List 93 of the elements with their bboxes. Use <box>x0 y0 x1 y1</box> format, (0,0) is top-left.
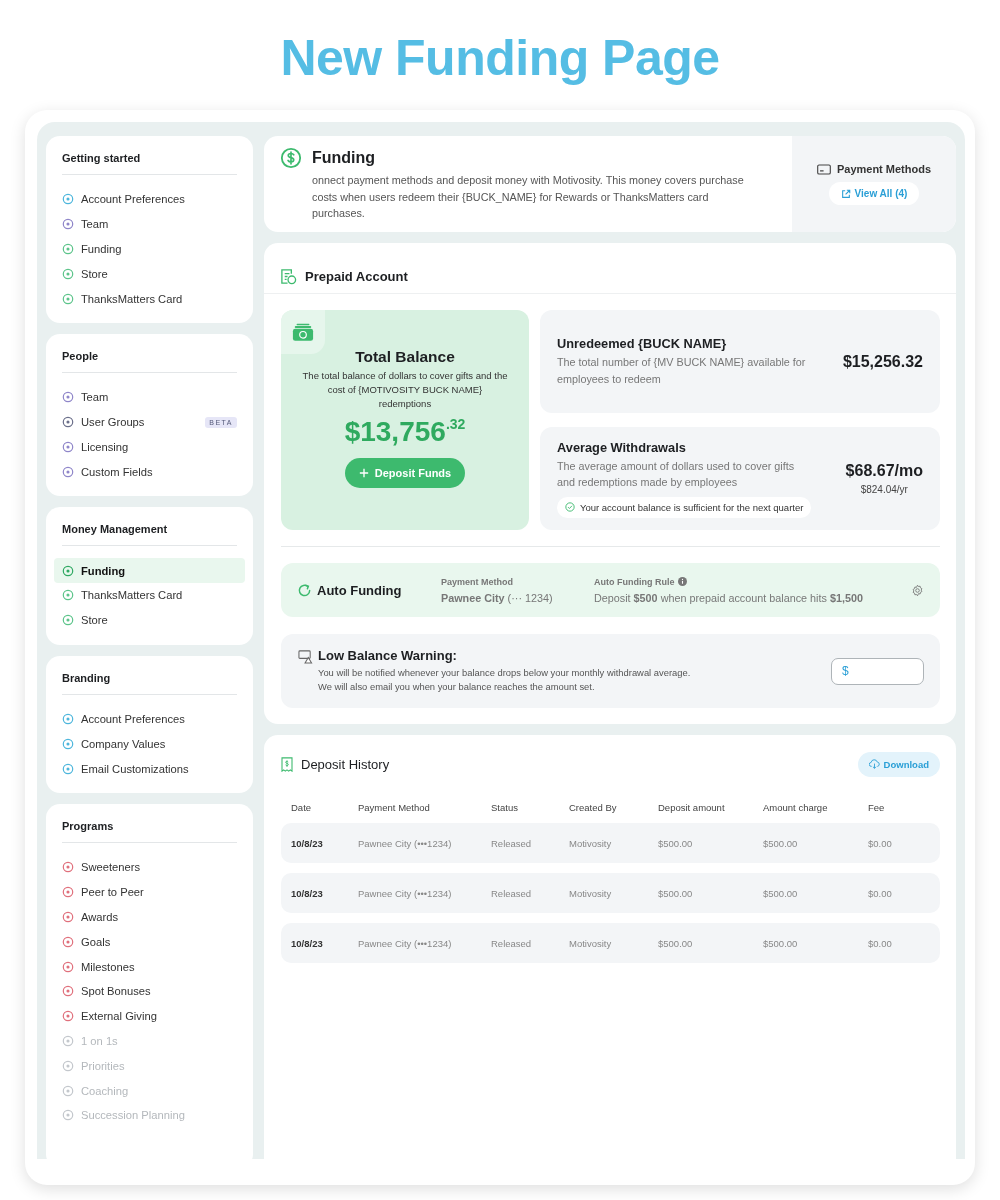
plus-icon <box>358 468 369 478</box>
sidebar-item[interactable]: Company Values <box>54 731 245 757</box>
cash-icon <box>292 322 314 342</box>
column-header: Created By <box>569 801 618 813</box>
table-cell-text: $500.00 <box>658 937 694 949</box>
sidebar-item[interactable]: Licensing <box>54 434 245 460</box>
sidebar-item[interactable]: ThanksMatters Card <box>54 582 245 608</box>
total-balance-title: Total Balance <box>355 348 455 366</box>
sidebar-item[interactable]: Account Preferences <box>54 706 245 732</box>
stat-title: Average Withdrawals <box>557 439 687 455</box>
low-balance-description: You will be notified whenever your balance drops below your monthly withdrawal average. <box>318 666 692 680</box>
column-header: Status <box>491 801 519 813</box>
sidebar-section-title: Money Management <box>62 523 169 538</box>
sidebar-item[interactable]: Store <box>54 261 245 287</box>
settings-icon[interactable] <box>911 583 924 597</box>
table-cell-text: Motivosity <box>569 887 613 899</box>
note-text: Your account balance is sufficient for the next quarter <box>580 501 804 513</box>
table-cell-text: Pawnee City (•••1234) <box>358 837 453 849</box>
sidebar-item[interactable]: Peer to Peer <box>54 879 245 905</box>
sidebar-section-title: Programs <box>62 819 115 834</box>
sidebar-item[interactable]: Account Preferences <box>54 187 245 212</box>
table-cell-text: Pawnee City (•••1234) <box>358 887 453 899</box>
dollar-icon <box>280 147 302 169</box>
auto-funding-title: Auto Funding <box>317 582 402 598</box>
table-cell-text: 10/8/23 <box>291 837 324 849</box>
low-balance-description: We will also email you when your balance reaches the amount set. <box>318 680 596 694</box>
download-icon <box>868 759 880 769</box>
table-cell-text: $500.00 <box>763 937 799 949</box>
table-cell-text: Released <box>491 837 533 849</box>
auto-funding-rule-label: Auto Funding Rule <box>594 576 675 587</box>
table-cell-text: $500.00 <box>658 837 694 849</box>
stat-title: Unredeemed {BUCK NAME} <box>557 336 728 351</box>
table-cell-text: Motivosity <box>569 837 613 849</box>
payment-methods-label: Payment Methods <box>836 163 932 175</box>
stat-value: $68.67/mo <box>845 462 923 480</box>
table-cell-text: $500.00 <box>763 837 799 849</box>
table-cell-text: $500.00 <box>763 887 799 899</box>
section-title: Prepaid Account <box>305 268 408 284</box>
info-icon <box>678 577 688 586</box>
sidebar-item[interactable]: Sweeteners <box>54 854 245 880</box>
column-header: Payment Method <box>358 801 431 813</box>
table-cell-text: $0.00 <box>868 937 893 949</box>
column-header: Fee <box>868 801 886 813</box>
column-header: Amount charge <box>763 801 829 813</box>
amount-field[interactable]: $ <box>831 657 924 685</box>
section-title: Deposit History <box>301 756 391 772</box>
low-balance-title: Low Balance Warning: <box>318 648 458 663</box>
sidebar-item[interactable]: Team <box>54 211 245 237</box>
sidebar-item[interactable]: Store <box>54 607 245 633</box>
page-description: onnect payment methods and deposit money with Motivosity. This money covers purchase costs when users redeem their {BUCK_NAME} for Rewards or ThanksMatters card purchases. <box>312 173 745 221</box>
table-cell-text: $0.00 <box>868 837 893 849</box>
check-icon <box>565 502 575 512</box>
sidebar-item[interactable]: External Giving <box>54 1003 245 1029</box>
money-warning-icon <box>298 649 313 664</box>
sidebar-item[interactable]: Spot Bonuses <box>54 978 245 1004</box>
stat-description: The average amount of dollars used to cover gifts and redemptions made by employees <box>557 458 796 490</box>
table-cell-text: $0.00 <box>868 887 893 899</box>
external-link-icon <box>840 188 851 199</box>
table-cell-text: $500.00 <box>658 887 694 899</box>
receipt-icon <box>281 756 293 772</box>
sidebar-item[interactable]: Funding <box>54 236 245 262</box>
stat-description: The total number of {MV BUCK NAME} available for employees to redeem <box>557 355 807 387</box>
column-header: Deposit amount <box>658 801 726 813</box>
document-icon <box>280 267 297 285</box>
sidebar-item[interactable]: Custom Fields <box>54 459 245 485</box>
payment-method-value: Pawnee City (··· 1234) <box>441 591 554 604</box>
stat-subvalue: $824.04/yr <box>859 484 909 495</box>
sidebar-item[interactable]: Awards <box>54 904 245 930</box>
sidebar-item[interactable]: Email Customizations <box>54 756 245 781</box>
sidebar-section-title: Getting started <box>62 152 142 166</box>
table-cell-text: Released <box>491 937 533 949</box>
table-cell-text: Released <box>491 887 533 899</box>
sidebar-item[interactable]: ThanksMatters Card <box>54 286 245 311</box>
table-cell-text: 10/8/23 <box>291 937 324 949</box>
sidebar-section-title: Branding <box>62 671 112 686</box>
payment-method-label: Payment Method <box>441 576 514 587</box>
page-heading: Funding <box>312 149 377 167</box>
card-icon <box>816 163 831 175</box>
auto-funding-rule: Deposit $500 when prepaid account balance hits $1,500 <box>594 591 864 604</box>
total-balance-amount: $13,756$^{.32}$ <box>344 416 466 448</box>
sidebar-item[interactable]: Team <box>54 385 245 410</box>
sidebar-item[interactable]: Milestones <box>54 954 245 979</box>
sidebar-item[interactable]: Goals <box>54 929 245 955</box>
sidebar-section-title: People <box>62 350 100 364</box>
column-header: Date <box>291 801 313 813</box>
refresh-icon <box>297 582 312 598</box>
page-title: New Funding Page <box>279 29 721 88</box>
total-balance-description: The total balance of dollars to cover gifts and the cost of {MOTIVOSITY BUCK NAME} redemptions <box>302 369 508 411</box>
stat-value: $15,256.32 <box>842 352 923 371</box>
table-cell-text: Motivosity <box>569 937 613 949</box>
sidebar-item[interactable]: Funding <box>54 558 245 583</box>
table-cell-text: Pawnee City (•••1234) <box>358 937 453 949</box>
table-cell-text: 10/8/23 <box>291 887 324 899</box>
